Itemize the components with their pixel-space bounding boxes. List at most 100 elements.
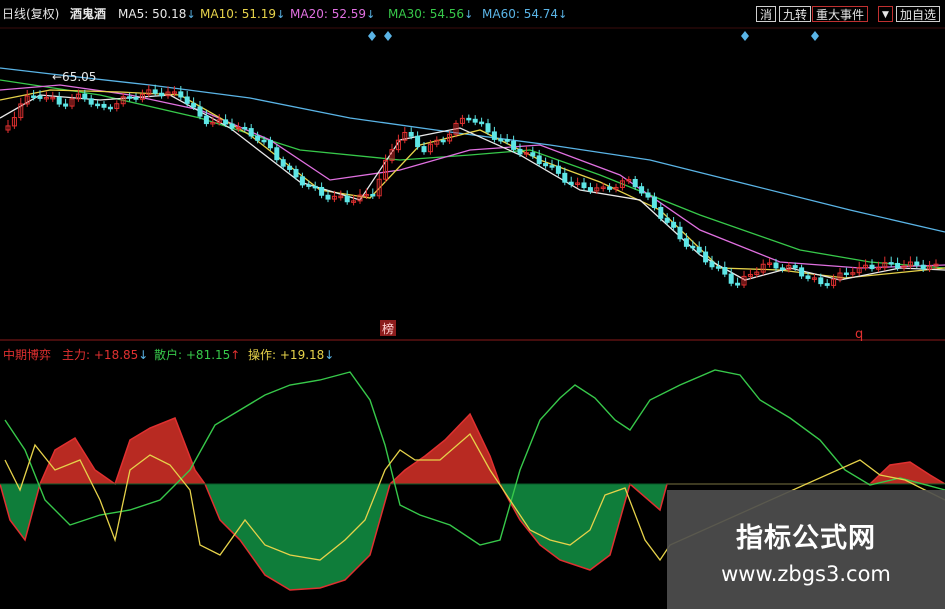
candle xyxy=(479,121,485,125)
candle xyxy=(319,186,325,196)
candle xyxy=(127,96,133,99)
event-diamond-icon[interactable] xyxy=(811,31,819,41)
candle xyxy=(82,93,88,100)
candle xyxy=(255,135,261,141)
ma30-line xyxy=(0,79,945,269)
candle xyxy=(491,131,497,140)
candle xyxy=(869,264,875,270)
candle xyxy=(159,92,165,97)
candle xyxy=(415,135,421,148)
candle xyxy=(274,147,280,161)
candle xyxy=(735,282,741,286)
candle xyxy=(101,103,107,108)
candle xyxy=(536,155,542,165)
candle xyxy=(664,217,670,223)
candle xyxy=(370,193,376,197)
candle xyxy=(530,152,536,157)
candle xyxy=(824,283,830,286)
candle xyxy=(517,148,523,155)
event-diamond-icon[interactable] xyxy=(368,31,376,41)
candle xyxy=(408,131,414,137)
candle xyxy=(843,272,849,276)
candle xyxy=(690,245,696,249)
candle xyxy=(677,226,683,240)
candle xyxy=(229,123,235,129)
caozuo-label: 操作: +19.18↓ xyxy=(248,348,335,362)
candle xyxy=(696,246,702,253)
candle xyxy=(639,186,645,194)
candle xyxy=(63,103,69,107)
candle xyxy=(920,264,926,270)
candle xyxy=(799,267,805,277)
candle xyxy=(549,165,555,168)
candle xyxy=(280,159,286,167)
candle xyxy=(325,194,331,200)
candle xyxy=(728,273,734,284)
candle xyxy=(242,126,248,130)
candle xyxy=(466,117,472,121)
candle xyxy=(95,103,101,107)
candle xyxy=(511,140,517,150)
candle xyxy=(722,267,728,275)
candle xyxy=(703,251,709,263)
candle xyxy=(485,123,491,133)
candle xyxy=(562,172,568,183)
candle xyxy=(440,139,446,143)
candle xyxy=(312,185,318,189)
candle xyxy=(299,176,305,186)
candle xyxy=(773,262,779,269)
ma10-line xyxy=(0,89,945,279)
watermark-box: 指标公式网 www.zbgs3.com xyxy=(667,490,945,609)
candle xyxy=(88,98,94,105)
candle xyxy=(498,138,504,142)
bang-marker[interactable]: 榜 xyxy=(382,321,394,336)
candle xyxy=(779,267,785,270)
candle xyxy=(683,238,689,247)
candle xyxy=(504,138,510,142)
candle xyxy=(914,261,920,266)
ma20-line xyxy=(0,84,945,269)
candle xyxy=(261,139,267,143)
candle xyxy=(197,106,203,117)
candle xyxy=(895,262,901,269)
candle xyxy=(658,207,664,219)
candle xyxy=(287,165,293,170)
candle xyxy=(203,115,209,125)
candle xyxy=(223,119,229,125)
ma5-line xyxy=(0,94,945,281)
candle xyxy=(152,89,158,94)
candle xyxy=(581,182,587,189)
candle xyxy=(651,196,657,209)
candle xyxy=(715,266,721,269)
candle xyxy=(709,261,715,268)
zhuli-label: 主力: +18.85↓ xyxy=(62,348,149,362)
sanhu-label: 散户: +81.15↑ xyxy=(154,348,241,362)
moving-average-lines xyxy=(0,67,945,281)
watermark-title: 指标公式网 xyxy=(736,523,876,554)
candle xyxy=(184,96,190,104)
candle xyxy=(792,265,798,269)
candlesticks xyxy=(5,84,939,289)
event-diamond-icon[interactable] xyxy=(741,31,749,41)
watermark-url: www.zbgs3.com xyxy=(721,562,891,586)
candle xyxy=(818,277,824,285)
candle xyxy=(191,102,197,108)
candle xyxy=(568,181,574,185)
event-diamond-icon[interactable] xyxy=(384,31,392,41)
candle xyxy=(888,262,894,265)
candle xyxy=(31,95,37,98)
candle xyxy=(267,139,273,149)
candle xyxy=(543,163,549,167)
candle xyxy=(293,168,299,178)
candle xyxy=(645,192,651,198)
candle xyxy=(178,91,184,98)
candle xyxy=(472,118,478,123)
candle xyxy=(306,184,312,187)
candle xyxy=(607,186,613,190)
indicator-name: 中期博弈 xyxy=(3,348,52,362)
candle xyxy=(107,106,113,110)
q-marker[interactable]: q xyxy=(855,327,863,342)
high-price-label: ←65.05 xyxy=(52,70,96,84)
grid-lines xyxy=(0,27,945,341)
candle xyxy=(56,96,62,105)
